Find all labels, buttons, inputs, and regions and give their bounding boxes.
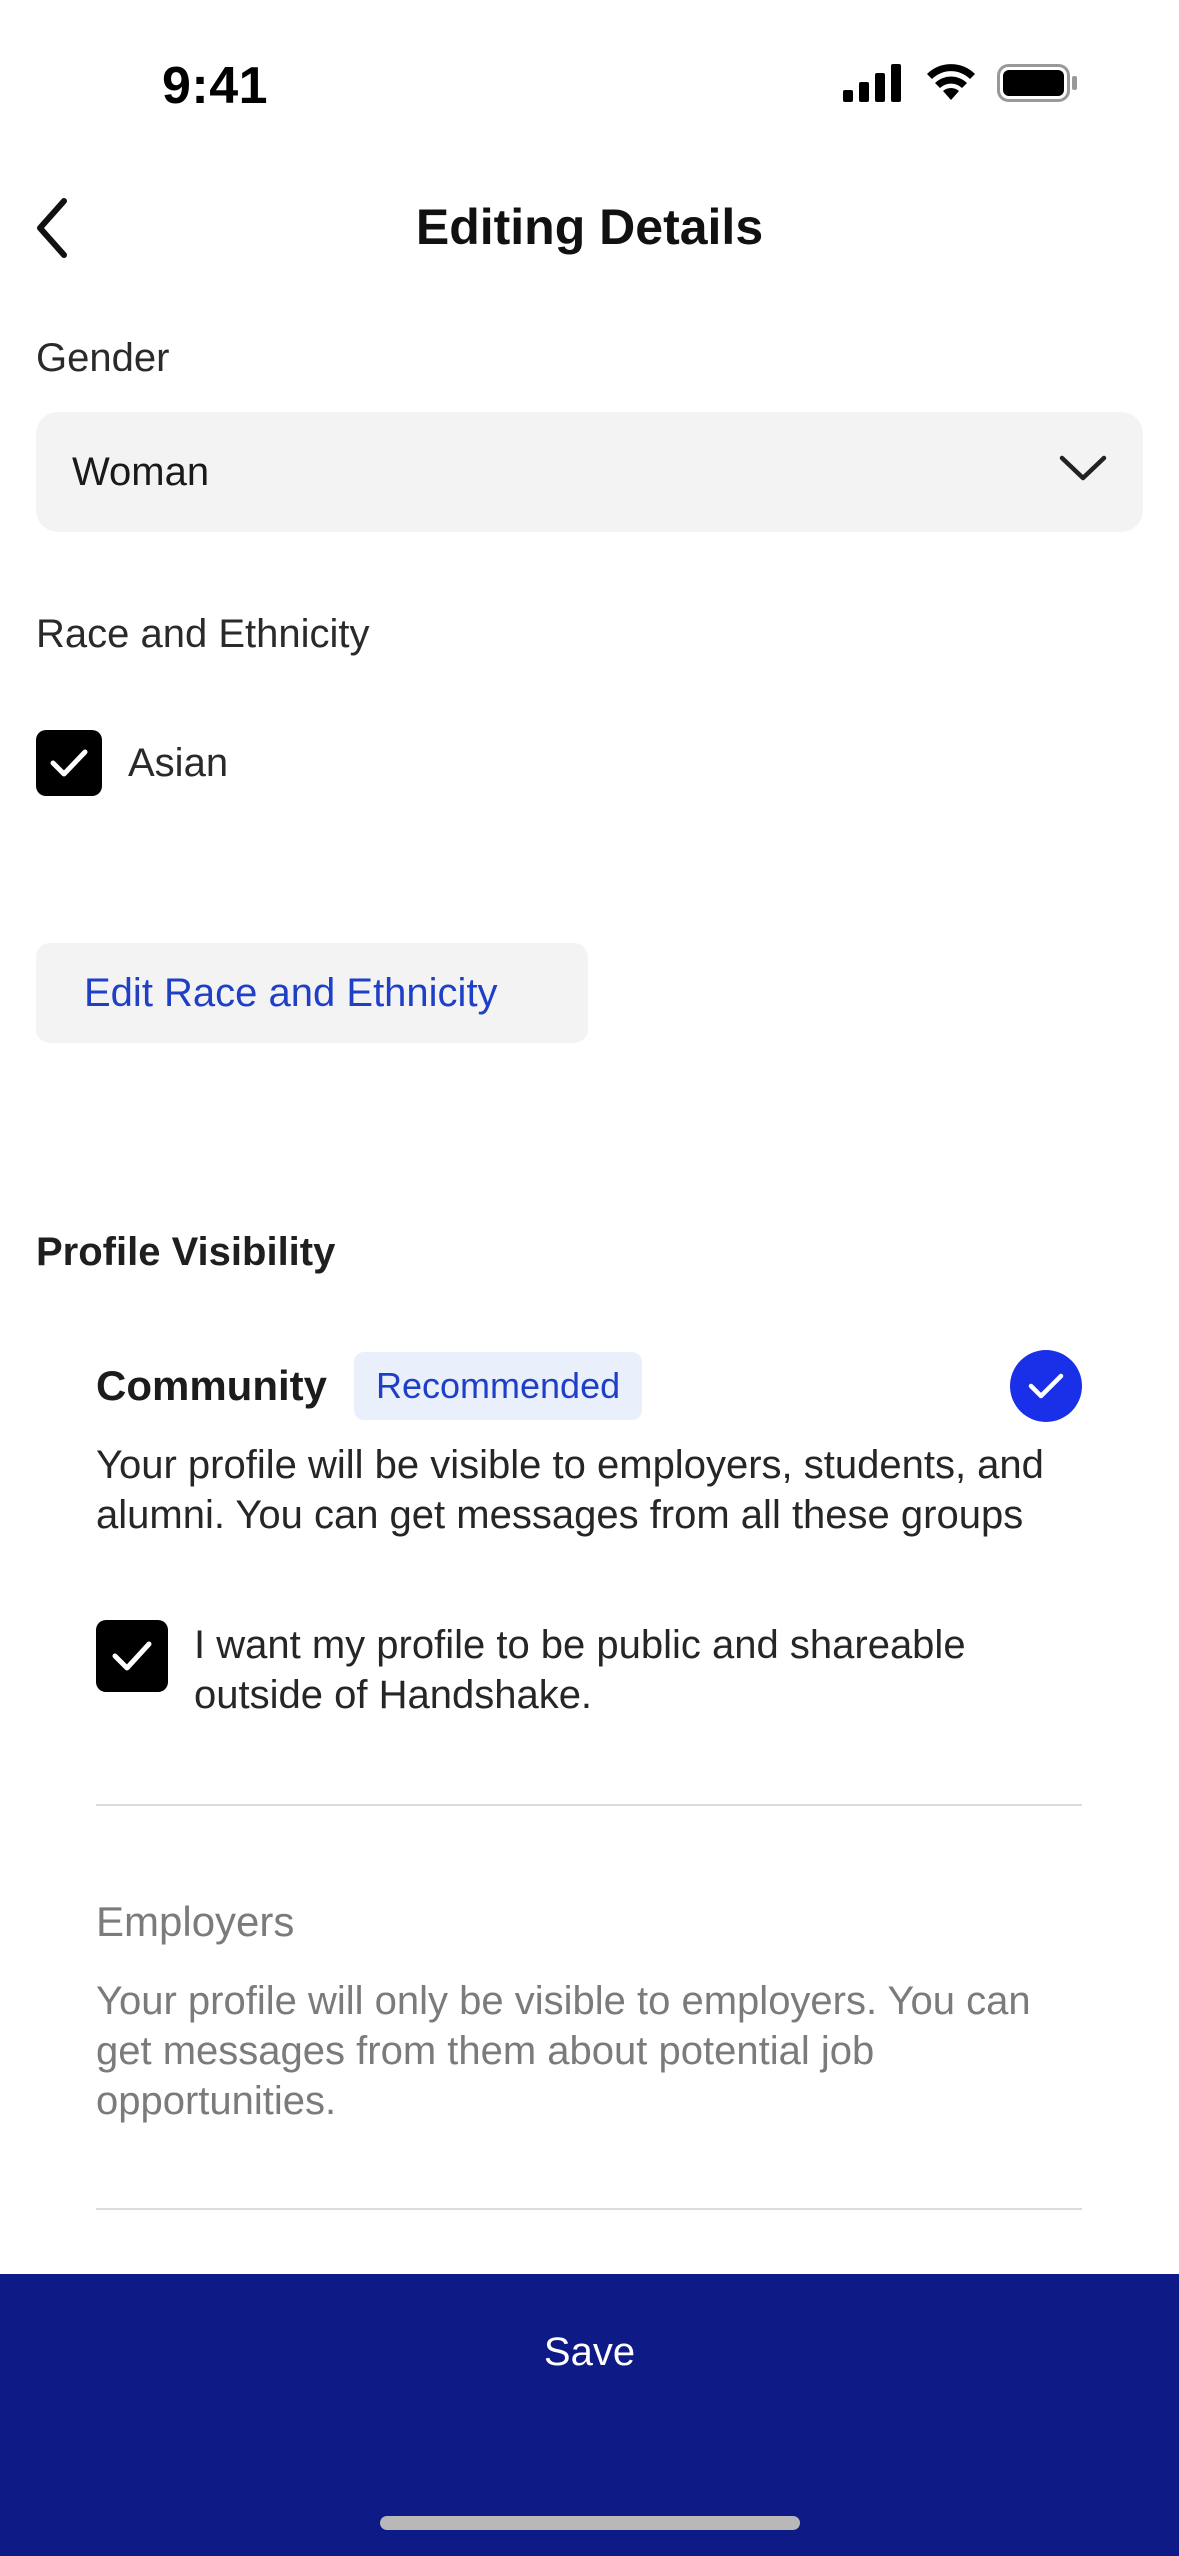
save-button[interactable]: Save [0,2330,1179,2375]
checkmark-icon [50,749,88,777]
home-indicator [380,2516,800,2530]
employers-option-title[interactable]: Employers [96,1898,294,1946]
gender-value: Woman [72,449,210,494]
race-option-asian[interactable]: Asian [36,730,228,796]
checkmark-icon [112,1641,152,1671]
chevron-down-icon [1059,455,1107,481]
asian-checkbox[interactable] [36,730,102,796]
public-profile-checkbox[interactable] [96,1620,168,1692]
profile-visibility-label: Profile Visibility [36,1230,336,1274]
public-profile-label: I want my profile to be public and share… [194,1623,966,1717]
edit-race-button[interactable]: Edit Race and Ethnicity [36,943,588,1043]
signal-icon [843,64,901,102]
asian-label: Asian [128,740,229,785]
race-label: Race and Ethnicity [36,612,370,656]
gender-label: Gender [36,336,170,380]
save-bar[interactable] [0,2274,1179,2556]
checkmark-icon [1028,1373,1064,1399]
editing-details-screen: 9:41 Editing Details Gender Woman Race a… [0,0,1179,2556]
page-title: Editing Details [415,199,764,255]
employers-description: Your profile will only be visible to emp… [96,1979,1031,2123]
community-radio[interactable] [1010,1350,1082,1422]
public-profile-option[interactable]: I want my profile to be public and share… [96,1620,1074,1720]
battery-icon [997,64,1077,102]
wifi-icon [927,64,975,100]
community-description: Your profile will be visible to employer… [96,1443,1044,1537]
status-time: 9:41 [162,57,269,115]
status-icons [843,64,1079,102]
gender-select[interactable]: Woman [36,412,1143,532]
divider [96,1804,1082,1806]
recommended-badge: Recommended [354,1352,643,1420]
community-option-title[interactable]: Community [96,1362,327,1410]
divider [96,2208,1082,2210]
